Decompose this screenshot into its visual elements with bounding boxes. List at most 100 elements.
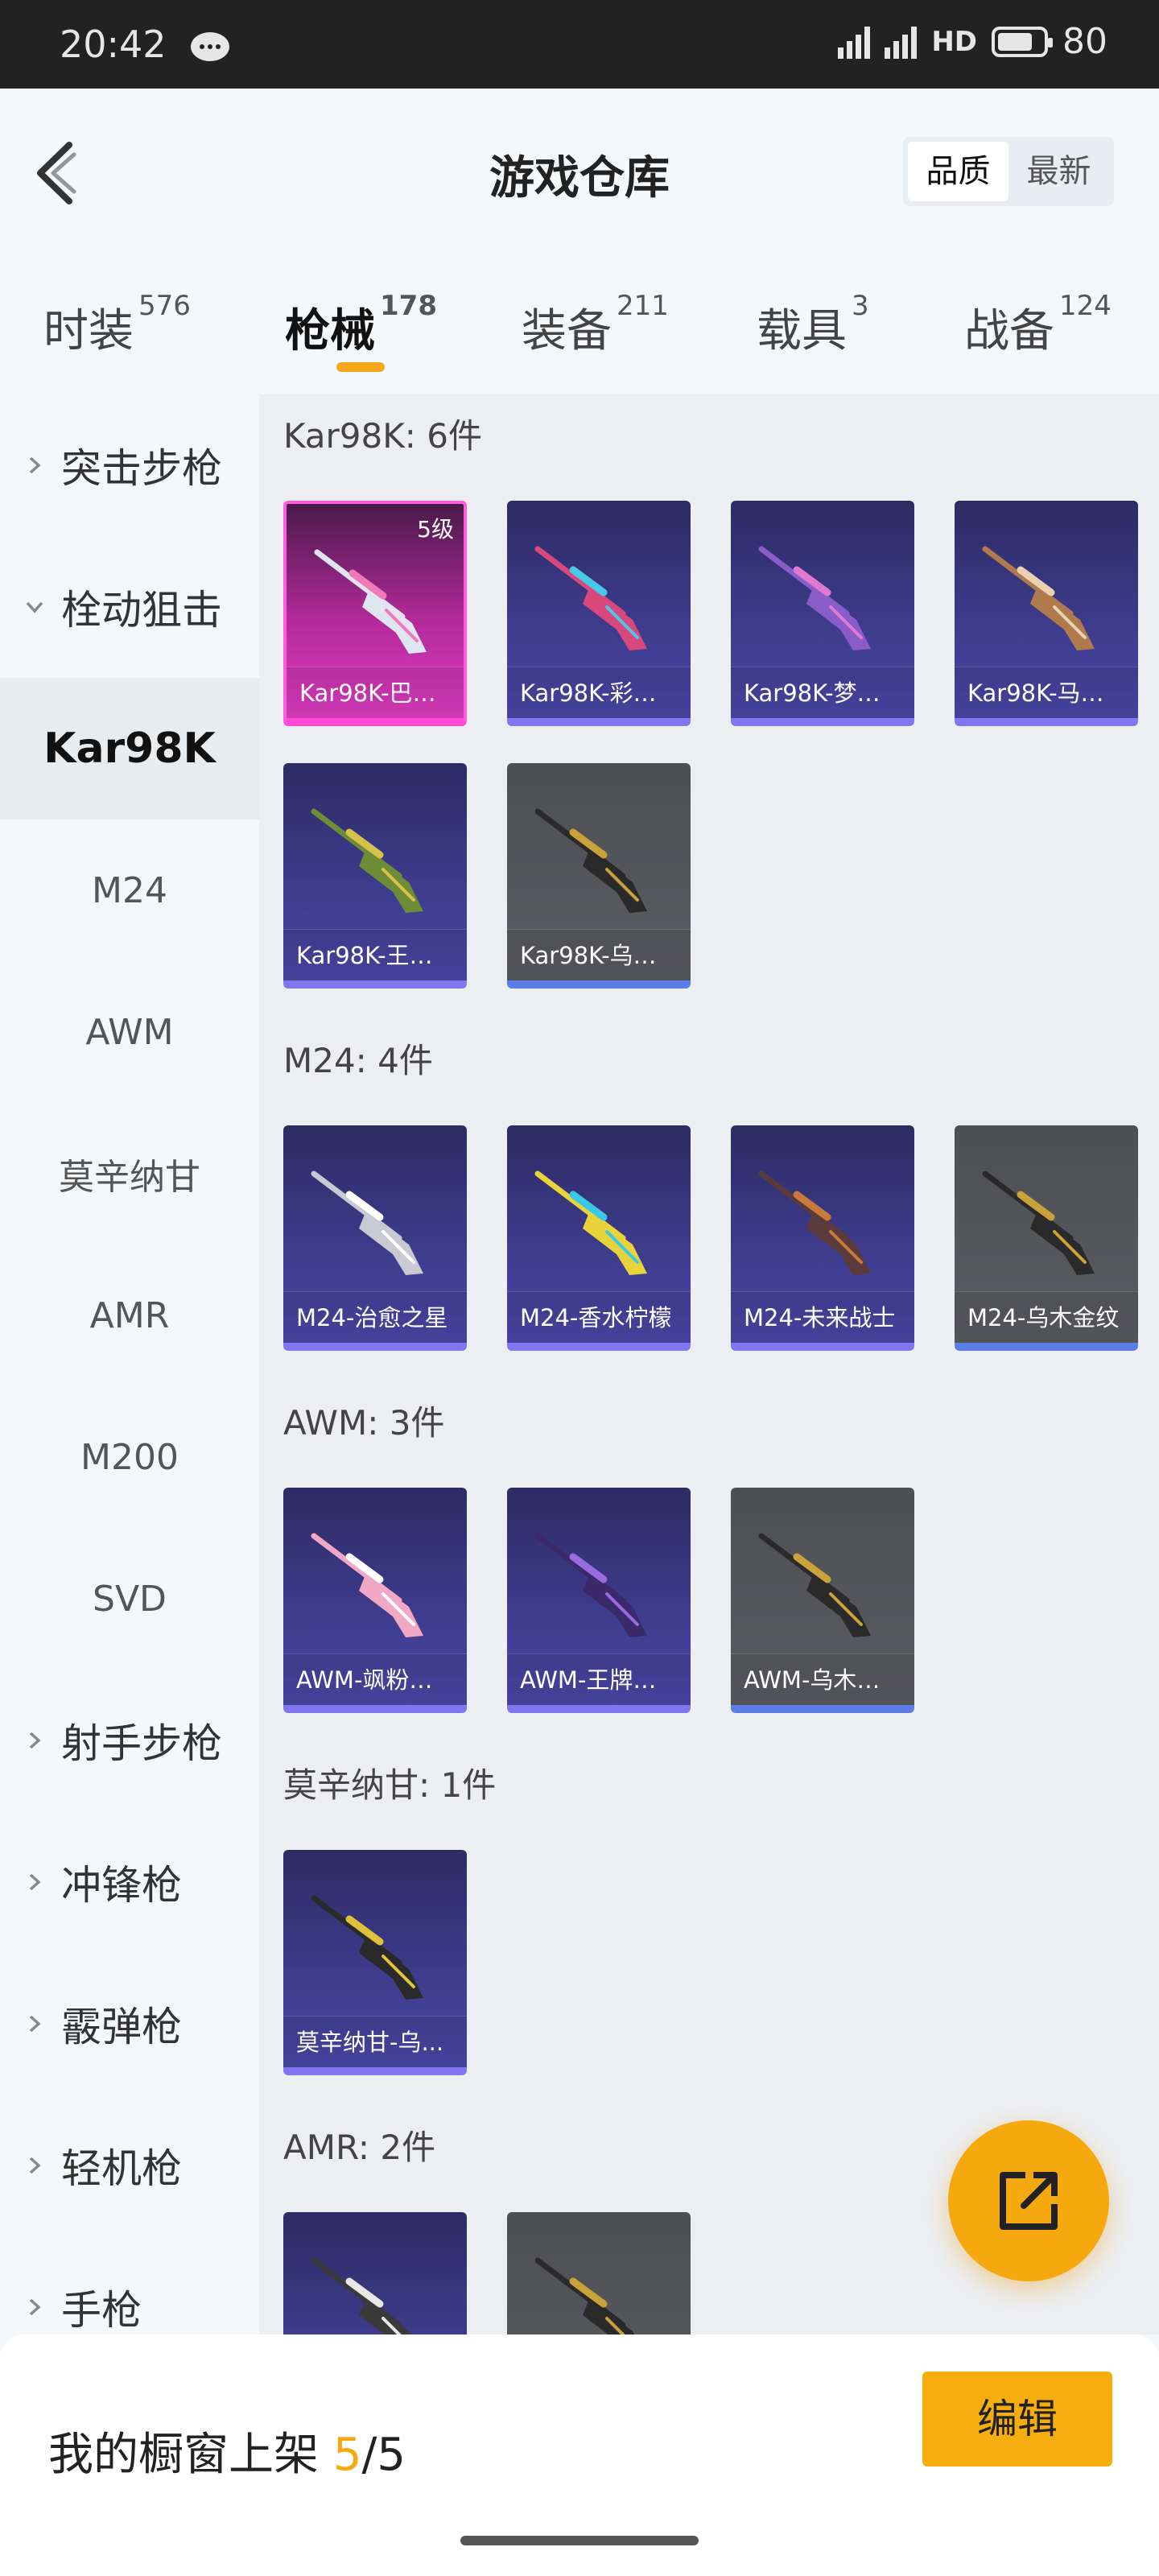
weapon-skin-card[interactable]: AWM-飒粉甜... xyxy=(283,1488,467,1713)
signal-icon xyxy=(885,25,918,59)
rifle-icon xyxy=(758,546,871,650)
sidebar-item-label: 霰弹枪 xyxy=(61,2004,182,2050)
weapon-skin-card[interactable]: AMR-墨龙九天 xyxy=(283,2212,467,2334)
rifle-icon xyxy=(534,1170,647,1275)
weapon-group-title: AMR: 2件 xyxy=(283,2128,436,2167)
rifle-icon xyxy=(982,546,1095,650)
share-button[interactable] xyxy=(948,2120,1109,2281)
weapon-skin-card[interactable]: AWM-乌木金... xyxy=(731,1488,914,1713)
rifle-icon xyxy=(758,1533,871,1637)
showcase-bar: 我的橱窗上架 5/5 编辑 xyxy=(0,2334,1159,2576)
weapon-skin-name: M24-治愈之星 xyxy=(283,1291,467,1343)
sidebar-item-label: 突击步枪 xyxy=(61,445,222,492)
signal-icon xyxy=(838,25,871,59)
sidebar-item-label: 手枪 xyxy=(61,2287,142,2334)
weapon-skin-name: M24-乌木金纹 xyxy=(955,1291,1138,1343)
rifle-icon xyxy=(982,1170,1095,1275)
sidebar-item-label: 冲锋枪 xyxy=(61,1862,182,1909)
weapon-skin-card[interactable]: Kar98K-乌木... xyxy=(507,763,691,989)
sidebar-subcategory[interactable]: SVD xyxy=(0,1528,259,1670)
weapon-group-title: 莫辛纳甘: 1件 xyxy=(283,1765,497,1805)
sidebar-subcategory[interactable]: 莫辛纳甘 xyxy=(0,1103,259,1245)
weapon-skin-card[interactable]: M24-乌木金纹 xyxy=(955,1125,1138,1351)
weapon-skin-card[interactable]: 5级 Kar98K-巴巴... xyxy=(283,501,467,726)
weapon-grid: Kar98K: 6件 5级 Kar98K-巴巴... Kar98K-彩虹... Kar9… xyxy=(259,394,1159,2334)
active-tab-indicator xyxy=(336,362,385,372)
weapon-group-title: AWM: 3件 xyxy=(283,1403,445,1443)
rifle-icon xyxy=(311,1170,423,1275)
sidebar-category[interactable]: 霰弹枪 xyxy=(0,1953,259,2095)
weapon-skin-name: Kar98K-乌木... xyxy=(507,929,691,980)
sidebar-category[interactable]: 栓动狙击 xyxy=(0,536,259,678)
weapon-skin-card[interactable]: Kar98K-王子... xyxy=(283,763,467,989)
sidebar-subcategory[interactable]: M200 xyxy=(0,1386,259,1528)
chevron-down-icon xyxy=(26,601,43,613)
weapon-skin-card[interactable]: M24-香水柠檬 xyxy=(507,1125,691,1351)
sidebar-category[interactable]: 射手步枪 xyxy=(0,1670,259,1811)
weapon-skin-name: Kar98K-王子... xyxy=(283,929,467,980)
weapon-skin-card[interactable]: AMR-乌木金纹 xyxy=(507,2212,691,2334)
weapon-skin-card[interactable]: Kar98K-马卡... xyxy=(955,501,1138,726)
sidebar-subcategory[interactable]: AWM xyxy=(0,961,259,1103)
back-button[interactable] xyxy=(32,137,80,209)
category-tabs: 时装 576 枪械 178 装备 211 载具 3 战备 124 xyxy=(0,258,1159,394)
status-time: 20:42 xyxy=(60,23,167,66)
tab-vehicles[interactable]: 载具 3 xyxy=(757,290,869,360)
chevron-right-icon xyxy=(29,1873,41,1891)
rifle-icon xyxy=(311,1533,423,1637)
sidebar-item-label: 栓动狙击 xyxy=(61,587,222,634)
weapon-skin-name: Kar98K-彩虹... xyxy=(507,667,691,718)
battery-icon xyxy=(992,26,1053,57)
share-external-icon xyxy=(1000,2172,1058,2230)
weapon-skin-card[interactable]: M24-未来战士 xyxy=(731,1125,914,1351)
tab-supplies[interactable]: 战备 124 xyxy=(964,290,1112,360)
rifle-icon xyxy=(534,808,647,913)
sidebar-category[interactable]: 冲锋枪 xyxy=(0,1811,259,1953)
hd-indicator: HD xyxy=(931,25,977,58)
weapon-group-title: M24: 4件 xyxy=(283,1041,433,1080)
rifle-icon xyxy=(534,1533,647,1637)
sidebar-subcategory[interactable]: M24 xyxy=(0,819,259,961)
sidebar-item-label: AWM xyxy=(85,1011,174,1053)
sort-by-newest-button[interactable]: 最新 xyxy=(1008,142,1109,201)
tab-weapons[interactable]: 枪械 178 xyxy=(285,290,437,360)
weapon-skin-card[interactable]: Kar98K-梦幻... xyxy=(731,501,914,726)
rifle-icon xyxy=(534,546,647,650)
sort-by-quality-button[interactable]: 品质 xyxy=(908,142,1008,201)
sidebar-item-label: 轻机枪 xyxy=(61,2145,182,2192)
rifle-icon xyxy=(311,2257,410,2334)
weapon-skin-card[interactable]: 莫辛纳甘-乌... xyxy=(283,1850,467,2075)
weapon-skin-name: Kar98K-马卡... xyxy=(955,667,1138,718)
weapon-group-title: Kar98K: 6件 xyxy=(283,416,483,456)
chevron-right-icon xyxy=(29,1732,41,1749)
status-bar: 20:42 HD 80 xyxy=(0,0,1159,89)
sidebar-category[interactable]: 突击步枪 xyxy=(0,394,259,536)
weapon-skin-card[interactable]: Kar98K-彩虹... xyxy=(507,501,691,726)
chevron-right-icon xyxy=(29,2015,41,2033)
weapon-skin-name: M24-香水柠檬 xyxy=(507,1291,691,1343)
edit-button[interactable]: 编辑 xyxy=(922,2372,1112,2467)
sidebar-category[interactable]: 轻机枪 xyxy=(0,2095,259,2236)
status-indicators: HD 80 xyxy=(838,21,1107,62)
chat-bubble-icon xyxy=(191,32,229,61)
weapon-category-sidebar: 突击步枪栓动狙击 Kar98K M24 AWM 莫辛纳甘 AMR M200 SVD 射手步枪冲锋… xyxy=(0,394,259,2334)
chevron-right-icon xyxy=(29,2157,41,2174)
weapon-skin-card[interactable]: AWM-王牌四... xyxy=(507,1488,691,1713)
sidebar-item-label: Kar98K xyxy=(43,724,216,773)
sidebar-subcategory[interactable]: AMR xyxy=(0,1245,259,1386)
rifle-icon xyxy=(758,1170,871,1275)
skin-level-badge: 5级 xyxy=(417,516,454,543)
sidebar-subcategory[interactable]: Kar98K xyxy=(0,678,259,819)
rifle-icon xyxy=(534,2257,634,2334)
home-indicator[interactable] xyxy=(460,2536,699,2545)
tab-fashion[interactable]: 时装 576 xyxy=(43,290,191,360)
weapon-skin-card[interactable]: M24-治愈之星 xyxy=(283,1125,467,1351)
sidebar-item-label: 莫辛纳甘 xyxy=(59,1157,200,1198)
weapon-skin-name: AWM-飒粉甜... xyxy=(283,1653,467,1705)
tab-equipment[interactable]: 装备 211 xyxy=(522,290,669,360)
sort-toggle: 品质 最新 xyxy=(903,137,1114,206)
battery-level: 80 xyxy=(1062,21,1107,62)
rifle-icon xyxy=(311,1895,423,2000)
weapon-skin-name: M24-未来战士 xyxy=(731,1291,914,1343)
header: 游戏仓库 品质 最新 xyxy=(0,89,1159,258)
